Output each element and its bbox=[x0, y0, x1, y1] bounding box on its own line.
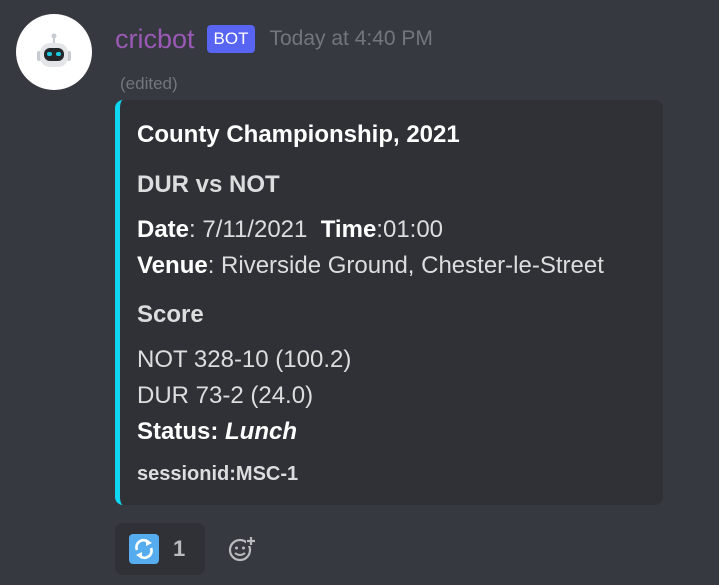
score-line: NOT 328-10 (100.2) bbox=[137, 346, 352, 373]
add-reaction-button[interactable] bbox=[227, 534, 257, 564]
status-label: Status: bbox=[137, 418, 219, 445]
venue-label: Venue bbox=[137, 252, 208, 279]
embed: County Championship, 2021 DUR vs NOT Dat… bbox=[115, 100, 663, 505]
add-reaction-icon bbox=[228, 536, 256, 562]
match-title: DUR vs NOT bbox=[137, 171, 280, 198]
edited-label: (edited) bbox=[120, 74, 178, 93]
time-label: Time bbox=[320, 216, 377, 243]
avatar[interactable] bbox=[16, 14, 92, 90]
reactions-bar: 1 bbox=[115, 523, 257, 575]
date-time-line: Date: 7/11/2021 Time:01:00 bbox=[137, 213, 443, 247]
status-line: Status: Lunch bbox=[137, 415, 297, 449]
venue-value: : Riverside Ground, Chester-le-Street bbox=[207, 252, 604, 279]
reaction-count: 1 bbox=[173, 536, 186, 561]
reaction-refresh[interactable]: 1 bbox=[115, 523, 205, 575]
date-label: Date bbox=[137, 216, 190, 243]
session-id: sessionid:MSC-1 bbox=[137, 463, 299, 485]
score-heading: Score bbox=[137, 301, 204, 328]
username[interactable]: cricbot bbox=[115, 22, 195, 56]
status-value: Lunch bbox=[225, 418, 298, 445]
date-value: : 7/11/2021 bbox=[189, 216, 308, 243]
venue-line: Venue: Riverside Ground, Chester-le-Stre… bbox=[137, 249, 604, 283]
bot-tag: BOT bbox=[206, 25, 256, 53]
message-header: cricbot BOT Today at 4:40 PM bbox=[115, 22, 433, 56]
robot-icon bbox=[37, 33, 71, 67]
embed-title: County Championship, 2021 bbox=[137, 121, 460, 148]
timestamp[interactable]: Today at 4:40 PM bbox=[269, 22, 432, 56]
time-value: :01:00 bbox=[376, 216, 444, 243]
refresh-icon bbox=[129, 534, 159, 564]
score-line: DUR 73-2 (24.0) bbox=[137, 382, 314, 409]
